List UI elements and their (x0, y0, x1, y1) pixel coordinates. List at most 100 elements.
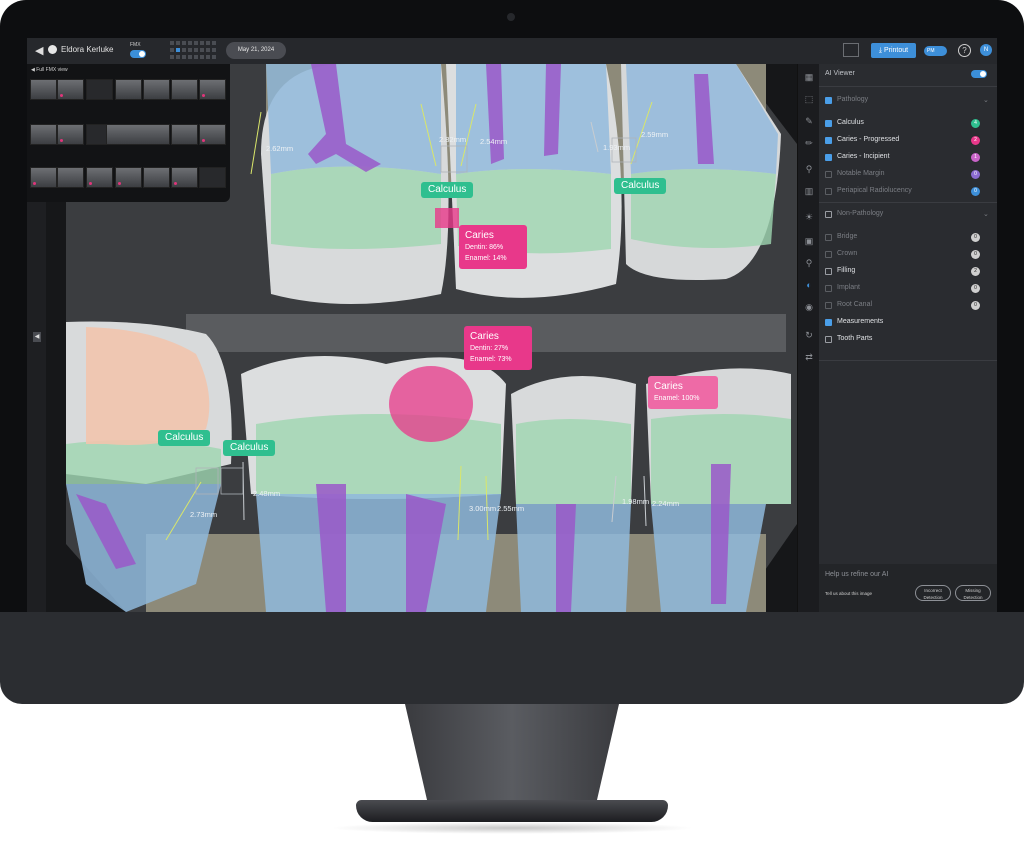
filter-row-calculus[interactable]: Calculus 4 (825, 118, 993, 130)
prev-image-arrow[interactable]: ◀ (33, 332, 41, 342)
fmx-thumbnail[interactable] (171, 167, 198, 188)
eye-icon[interactable]: ◉ (802, 300, 816, 314)
user-icon (48, 45, 57, 54)
filter-row-caries-incipient[interactable]: Caries - Incipient 1 (825, 152, 993, 164)
fmx-thumbnail[interactable] (86, 167, 113, 188)
patient-name[interactable]: Eldora Kerluke (61, 45, 113, 54)
compare-icon[interactable] (843, 43, 859, 57)
caries-card[interactable]: Caries Enamel: 100% (648, 376, 718, 409)
caries-dentin: Dentin: 27% (470, 345, 509, 352)
fmx-thumbnail[interactable] (171, 124, 198, 145)
pathology-label: Pathology (837, 96, 869, 103)
printout-button[interactable]: ⤓ Printout (871, 43, 916, 58)
incorrect-detection-button[interactable]: Incorrect Detection (915, 585, 951, 601)
checkbox[interactable] (825, 285, 832, 292)
non-pathology-checkbox[interactable] (825, 211, 832, 218)
fmx-thumbnail[interactable] (115, 79, 142, 100)
checkbox[interactable] (825, 268, 832, 275)
divider (819, 202, 997, 203)
chevron-down-icon[interactable]: ⌄ (983, 210, 989, 218)
chevron-down-icon[interactable]: ⌄ (983, 96, 989, 104)
count-badge: 1 (971, 153, 980, 162)
ai-viewer-toggle[interactable] (971, 70, 987, 78)
count-badge: 2 (971, 136, 980, 145)
layout-icon[interactable]: ▦ (802, 70, 816, 84)
filter-label: Caries - Progressed (837, 136, 900, 143)
checkbox[interactable] (825, 120, 832, 127)
calculus-label[interactable]: Calculus (223, 440, 276, 456)
calculus-label[interactable]: Calculus (421, 182, 474, 198)
tooth-icon[interactable]: ⚲ (802, 162, 816, 176)
filter-row-periapical-radiolucency[interactable]: Periapical Radiolucency 0 (825, 186, 993, 198)
fmx-thumbnail[interactable] (199, 79, 226, 100)
fmx-thumbnail[interactable] (57, 79, 84, 100)
contrast-icon[interactable]: ◐ (802, 278, 816, 292)
checkbox[interactable] (825, 336, 832, 343)
count-badge: 0 (971, 301, 980, 310)
filter-row-filling[interactable]: Filling 2 (825, 266, 993, 278)
select-icon[interactable]: ⬚ (802, 92, 816, 106)
fmx-thumbnail-panel: ◀ Full FMX view (27, 64, 230, 202)
fmx-thumbnail[interactable] (171, 79, 198, 100)
measurement-label: 2.55mm (497, 504, 525, 513)
checkbox[interactable] (825, 319, 832, 326)
fmx-thumbnail[interactable] (143, 167, 170, 188)
brightness-icon[interactable]: ☀ (802, 210, 816, 224)
caries-card[interactable]: Caries Dentin: 86% Enamel: 14% (459, 225, 527, 269)
calculus-label[interactable]: Calculus (614, 178, 667, 194)
fmx-thumbnail[interactable] (57, 124, 84, 145)
fmx-layout-icon[interactable] (170, 41, 220, 60)
filter-row-implant[interactable]: Implant 0 (825, 283, 993, 295)
filter-row-notable-margin[interactable]: Notable Margin 0 (825, 169, 993, 181)
fmx-toggle[interactable] (130, 50, 146, 58)
back-arrow-icon[interactable]: ◀ (35, 44, 43, 57)
fmx-thumbnail[interactable] (199, 124, 226, 145)
pathology-header[interactable]: Pathology ⌄ (825, 95, 993, 107)
checkbox[interactable] (825, 302, 832, 309)
missing-detection-button[interactable]: Missing Detection (955, 585, 991, 601)
fmx-thumbnail[interactable] (30, 124, 57, 145)
fmx-thumbnail[interactable] (30, 167, 57, 188)
measurement-label: 2.48mm (253, 489, 281, 498)
pencil-icon[interactable]: ✏ (802, 136, 816, 150)
implant-icon[interactable]: ▥ (802, 184, 816, 198)
rotate-icon[interactable]: ↻ (802, 328, 816, 342)
checkbox[interactable] (825, 188, 832, 195)
fmx-thumbnail[interactable] (143, 79, 170, 100)
filter-label: Crown (837, 250, 858, 257)
checkbox[interactable] (825, 251, 832, 258)
checkbox[interactable] (825, 154, 832, 161)
full-fmx-view-label: Full FMX view (36, 67, 68, 73)
filter-row-root-canal[interactable]: Root Canal 0 (825, 300, 993, 312)
fmx-thumbnail[interactable] (57, 167, 84, 188)
filter-row-tooth-parts[interactable]: Tooth Parts (825, 334, 993, 346)
ruler-icon[interactable]: ✎ (802, 114, 816, 128)
calculus-label[interactable]: Calculus (158, 430, 211, 446)
filter-row-bridge[interactable]: Bridge 0 (825, 232, 993, 244)
fmx-thumbnail[interactable] (199, 167, 226, 188)
non-pathology-header[interactable]: Non-Pathology ⌄ (825, 209, 993, 221)
filter-label: Tooth Parts (837, 335, 873, 342)
pathology-checkbox[interactable] (825, 97, 832, 104)
fmx-thumbnail[interactable] (86, 79, 113, 100)
fmx-label: FMX (130, 42, 141, 48)
filter-row-measurements[interactable]: Measurements (825, 317, 993, 329)
filter-row-crown[interactable]: Crown 0 (825, 249, 993, 261)
checkbox[interactable] (825, 137, 832, 144)
date-selector[interactable]: May 21, 2024 (226, 42, 286, 59)
filter-row-caries-progressed[interactable]: Caries - Progressed 2 (825, 135, 993, 147)
checkbox[interactable] (825, 234, 832, 241)
fmx-thumbnail[interactable] (30, 79, 57, 100)
image-icon[interactable]: ▣ (802, 234, 816, 248)
full-fmx-view-link[interactable]: ◀ Full FMX view (31, 67, 68, 73)
flip-icon[interactable]: ⇄ (802, 350, 816, 364)
help-icon[interactable]: ? (958, 44, 971, 57)
caries-card[interactable]: Caries Dentin: 27% Enamel: 73% (464, 326, 532, 370)
avatar[interactable]: N (980, 44, 992, 56)
zoom-icon[interactable]: ⚲ (802, 256, 816, 270)
checkbox[interactable] (825, 171, 832, 178)
fmx-panoramic-thumbnail[interactable] (106, 124, 170, 145)
fmx-thumbnail[interactable] (115, 167, 142, 188)
caries-title: Caries (654, 381, 683, 392)
pm-toggle[interactable]: PM (924, 46, 947, 56)
